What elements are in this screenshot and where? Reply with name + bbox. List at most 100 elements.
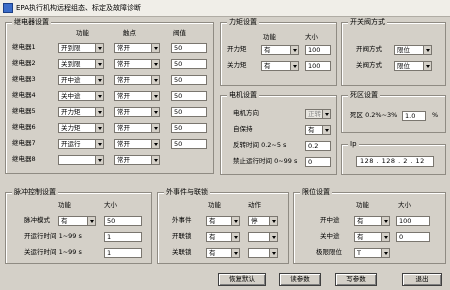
open-midway-function-select[interactable]: 有: [354, 216, 390, 226]
limit-col-size: 大小: [398, 201, 411, 209]
relay-function-select[interactable]: 开到限: [58, 43, 104, 53]
relay-function-select[interactable]: 关到限: [58, 59, 104, 69]
relay-label: 继电器6: [12, 123, 36, 131]
relay-label: 继电器8: [12, 155, 36, 163]
relay-label: 继电器1: [12, 43, 36, 51]
external-interlock-group: 外事件与联锁 功能 动作 外事件 有 停 开联锁 有 关联锁 有: [157, 188, 289, 264]
relay-threshold-input[interactable]: 50: [171, 75, 207, 85]
relay-function-select[interactable]: 开力矩: [58, 107, 104, 117]
relay-threshold-input[interactable]: 50: [171, 91, 207, 101]
relay-contact-select[interactable]: 常开: [114, 155, 160, 165]
close-midway-function-select[interactable]: 有: [354, 232, 390, 242]
relay-function-select[interactable]: 关力矩: [58, 123, 104, 133]
chevron-down-icon: [381, 249, 389, 257]
relay-function-select[interactable]: 开中途: [58, 75, 104, 85]
close-run-time-input[interactable]: 1: [104, 248, 142, 258]
close-midway-size-input[interactable]: 0: [396, 232, 430, 242]
valve-mode-group-title: 开关阀方式: [348, 18, 387, 27]
chevron-down-icon: [151, 76, 159, 84]
relay-label: 继电器4: [12, 91, 36, 99]
pulse-group-title: 脉冲控制设置: [12, 188, 58, 197]
relay-threshold-input[interactable]: 50: [171, 123, 207, 133]
relay-col-contact: 触点: [123, 29, 136, 37]
self-hold-label: 自保持: [233, 125, 253, 133]
relay-label: 继电器5: [12, 107, 36, 115]
exit-button[interactable]: 退出: [402, 273, 442, 286]
ip-settings-group: Ip 128 . 128 . 2 . 12: [341, 140, 446, 175]
restore-defaults-button[interactable]: 恢复默认: [218, 273, 266, 286]
relay-function-select[interactable]: [58, 155, 104, 165]
open-run-time-input[interactable]: 1: [104, 232, 142, 242]
open-valve-mode-select[interactable]: 限位: [394, 45, 432, 55]
chevron-down-icon: [151, 124, 159, 132]
ip-address-input[interactable]: 128 . 128 . 2 . 12: [356, 156, 434, 167]
chevron-down-icon: [290, 62, 298, 70]
external-group-title: 外事件与联锁: [164, 188, 210, 197]
open-valve-mode-label: 开阀方式: [356, 45, 382, 53]
limit-col-function: 功能: [356, 201, 369, 209]
close-interlock-action-select[interactable]: [248, 248, 278, 258]
relay-threshold-input[interactable]: 50: [171, 59, 207, 69]
external-event-label: 外事件: [172, 216, 192, 224]
relay-threshold-input[interactable]: 50: [171, 107, 207, 117]
pulse-mode-size-input[interactable]: 50: [104, 216, 142, 226]
open-run-time-label: 开运行时间 1~99 s: [24, 232, 82, 240]
motor-direction-select[interactable]: 正转: [305, 109, 331, 119]
open-interlock-action-select[interactable]: [248, 232, 278, 242]
relay-contact-select[interactable]: 常开: [114, 123, 160, 133]
pulse-mode-function-select[interactable]: 有: [58, 216, 96, 226]
chevron-down-icon: [381, 233, 389, 241]
relay-contact-select[interactable]: 常开: [114, 43, 160, 53]
extreme-limit-label: 极限限位: [316, 248, 342, 256]
close-valve-mode-select[interactable]: 限位: [394, 61, 432, 71]
open-torque-size-input[interactable]: 100: [305, 45, 331, 55]
relay-settings-group: 继电器设置 功能 触点 阀值 继电器1 开到限 常开 50 继电器2 关到限 常开 50 继电器…: [5, 18, 214, 174]
relay-col-function: 功能: [76, 29, 89, 37]
chevron-down-icon: [151, 92, 159, 100]
self-hold-select[interactable]: 有: [305, 125, 331, 135]
extreme-limit-function-select[interactable]: T: [354, 248, 390, 258]
relay-threshold-input[interactable]: 50: [171, 139, 207, 149]
write-params-button[interactable]: 写参数: [335, 273, 377, 286]
deadzone-label: 死区 0.2%~3%: [350, 111, 398, 119]
chevron-down-icon: [95, 124, 103, 132]
stop-time-input[interactable]: 0: [305, 157, 331, 167]
title-bar: EPA执行机构远程组态、标定及故障诊断: [0, 0, 450, 17]
pulse-col-size: 大小: [104, 201, 117, 209]
torque-settings-group: 力矩设置 功能 大小 开力矩 有 100 关力矩 有 100: [220, 18, 337, 86]
chevron-down-icon: [87, 217, 95, 225]
deadzone-group-title: 死区设置: [348, 91, 380, 100]
external-col-action: 动作: [248, 201, 261, 209]
open-midway-size-input[interactable]: 100: [396, 216, 430, 226]
open-interlock-function-select[interactable]: 有: [206, 232, 240, 242]
relay-contact-select[interactable]: 常开: [114, 75, 160, 85]
ip-group-title: Ip: [348, 140, 359, 149]
relay-function-select[interactable]: 开运行: [58, 139, 104, 149]
close-interlock-function-select[interactable]: 有: [206, 248, 240, 258]
relay-label: 继电器7: [12, 139, 36, 147]
pulse-mode-label: 脉冲模式: [24, 216, 50, 224]
external-event-action-select[interactable]: 停: [248, 216, 278, 226]
relay-contact-select[interactable]: 常开: [114, 107, 160, 117]
close-torque-size-input[interactable]: 100: [305, 61, 331, 71]
relay-contact-select[interactable]: 常开: [114, 91, 160, 101]
chevron-down-icon: [151, 108, 159, 116]
app-icon: [3, 3, 13, 13]
deadzone-unit: %: [432, 111, 439, 119]
relay-contact-select[interactable]: 常开: [114, 139, 160, 149]
close-interlock-label: 关联锁: [172, 248, 192, 256]
external-event-function-select[interactable]: 有: [206, 216, 240, 226]
limit-settings-group: 限位设置 功能 大小 开中途 有 100 关中途 有 0 极限限位 T: [293, 188, 446, 264]
pulse-control-group: 脉冲控制设置 功能 大小 脉冲模式 有 50 开运行时间 1~99 s 1 关运…: [5, 188, 152, 264]
chevron-down-icon: [95, 108, 103, 116]
chevron-down-icon: [231, 233, 239, 241]
deadzone-input[interactable]: 1.0: [402, 111, 426, 121]
open-torque-function-select[interactable]: 有: [261, 45, 299, 55]
pulse-col-function: 功能: [58, 201, 71, 209]
reverse-time-input[interactable]: 0.2: [305, 141, 331, 151]
relay-contact-select[interactable]: 常开: [114, 59, 160, 69]
relay-function-select[interactable]: 关中途: [58, 91, 104, 101]
close-torque-function-select[interactable]: 有: [261, 61, 299, 71]
read-params-button[interactable]: 读参数: [279, 273, 321, 286]
relay-threshold-input[interactable]: 50: [171, 43, 207, 53]
